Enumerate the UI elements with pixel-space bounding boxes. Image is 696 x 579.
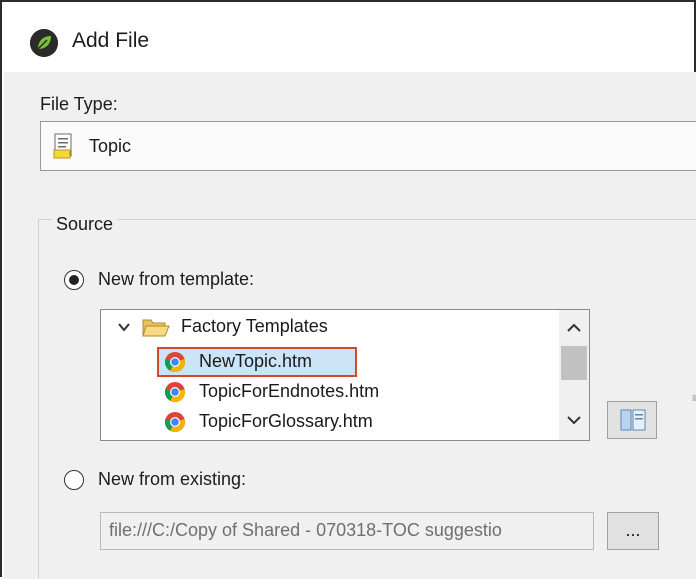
topic-document-icon <box>53 133 72 159</box>
chrome-icon <box>164 382 185 403</box>
open-folder-icon <box>142 319 170 337</box>
title-bar: Add File <box>2 2 694 72</box>
existing-file-path-input[interactable]: file:///C:/Copy of Shared - 070318-TOC s… <box>100 512 594 550</box>
file-type-value: Topic <box>89 136 132 156</box>
new-from-template-radio[interactable] <box>64 270 84 290</box>
new-from-existing-radio[interactable] <box>64 470 84 490</box>
tree-folder-label: Factory Templates <box>181 316 328 336</box>
resize-grip[interactable]: ≡ <box>692 391 696 405</box>
tree-item-label: TopicForGlossary.htm <box>199 411 373 431</box>
source-group-label: Source <box>52 214 118 235</box>
flare-app-icon <box>30 29 58 57</box>
new-from-template-label[interactable]: New from template: <box>98 269 254 290</box>
tree-item-label: NewTopic.htm <box>199 351 313 371</box>
template-tree[interactable]: Factory Templates NewTopic.htm TopicForE… <box>100 309 590 441</box>
template-folders-icon <box>620 409 646 431</box>
dialog-body: File Type: Topic Source New from templat… <box>4 72 696 579</box>
tree-scrollbar[interactable] <box>559 310 589 440</box>
tree-item-topicforendnotes[interactable]: TopicForEndnotes.htm <box>101 377 561 407</box>
dialog-title: Add File <box>72 29 150 52</box>
add-file-dialog: Add File File Type: Topic Source New fro… <box>0 0 696 579</box>
scroll-down-icon[interactable] <box>566 412 582 428</box>
tree-item-label: TopicForEndnotes.htm <box>199 381 380 401</box>
chrome-icon <box>164 352 185 373</box>
new-from-existing-label[interactable]: New from existing: <box>98 469 246 490</box>
tree-item-topicforglossary[interactable]: TopicForGlossary.htm <box>101 407 561 437</box>
scroll-up-icon[interactable] <box>566 320 582 336</box>
chrome-icon <box>164 412 185 433</box>
scroll-thumb[interactable] <box>561 346 587 380</box>
template-manager-button[interactable] <box>607 401 657 439</box>
file-type-select[interactable]: Topic <box>40 121 696 171</box>
tree-folder-factory-templates[interactable]: Factory Templates <box>101 312 561 342</box>
file-type-label: File Type: <box>40 94 118 114</box>
chevron-down-icon[interactable] <box>117 320 131 334</box>
tree-item-newtopic[interactable]: NewTopic.htm <box>101 347 561 377</box>
browse-button[interactable]: ... <box>607 512 659 550</box>
